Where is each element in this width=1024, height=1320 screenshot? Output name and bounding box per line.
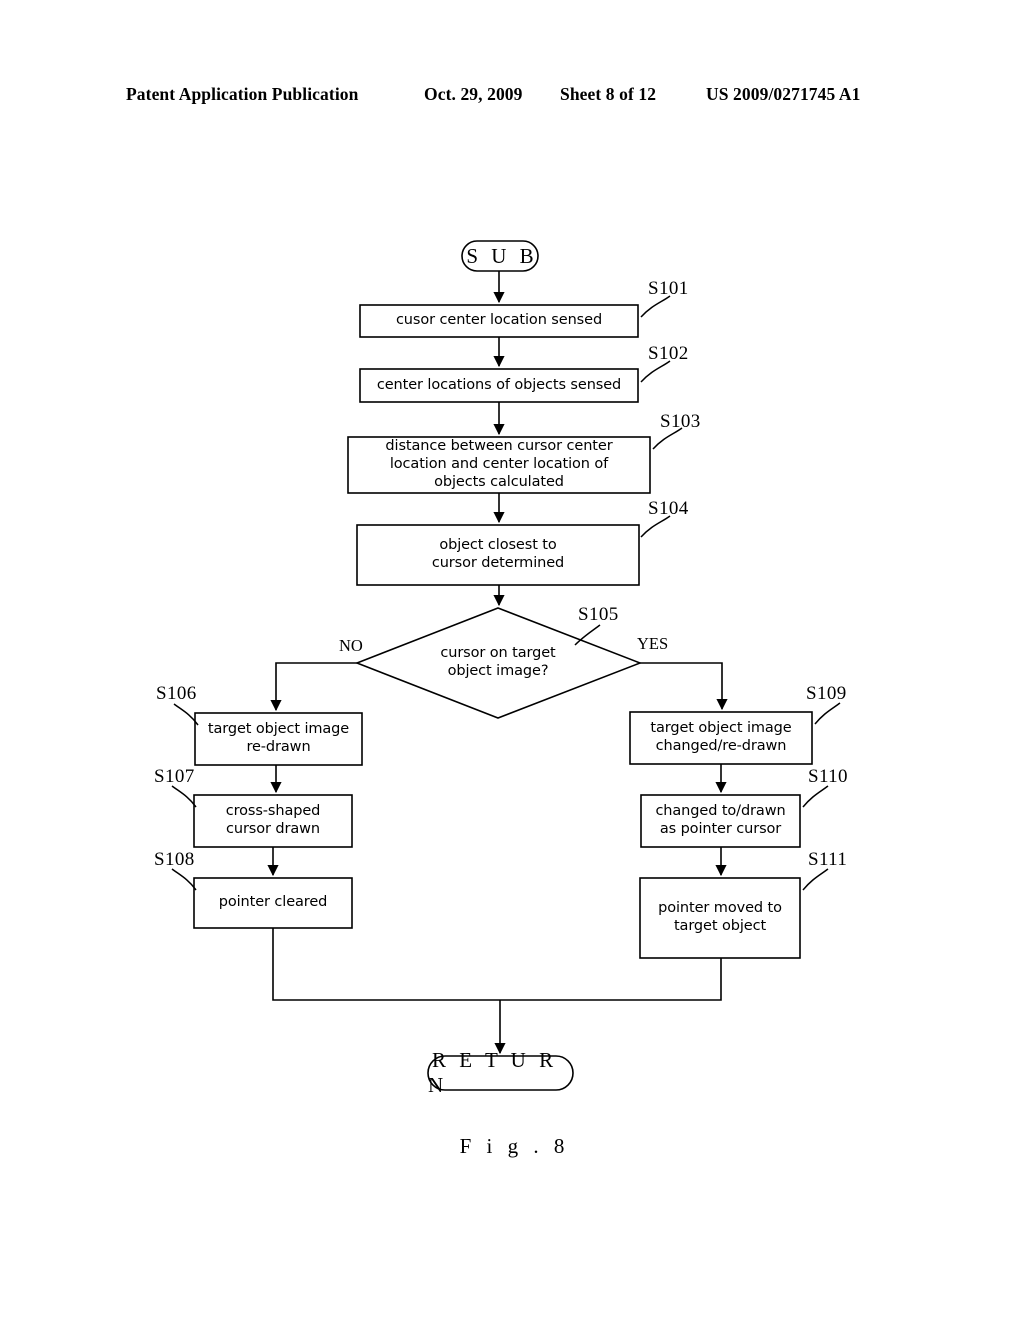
- leader-s110: [802, 785, 829, 808]
- step-s101-box: [359, 304, 639, 338]
- flowchart-svg-canvas: [171, 240, 841, 1091]
- step-label-s105: S105: [578, 604, 619, 625]
- step-s109-box: [629, 711, 813, 765]
- merge-left-leg: [272, 928, 500, 1001]
- merge-right-leg: [500, 958, 722, 1001]
- leader-s107: [171, 785, 197, 808]
- leader-s109: [814, 702, 841, 725]
- step-s110-box: [640, 794, 801, 848]
- step-label-s104: S104: [648, 498, 689, 519]
- end-terminator-label: R E T U R N: [428, 1048, 558, 1097]
- leader-s108: [171, 868, 197, 891]
- leader-s111: [802, 868, 829, 891]
- step-label-s110: S110: [808, 766, 848, 787]
- step-label-s109: S109: [806, 683, 847, 704]
- step-s111-box: [639, 877, 801, 959]
- step-s104-box: [356, 524, 640, 586]
- step-s108-box: [193, 877, 353, 929]
- step-label-s106: S106: [156, 683, 197, 704]
- branch-label-yes: YES: [637, 634, 669, 653]
- flowchart-diagram: S U B R E T U R N cusor center location …: [0, 0, 1024, 1320]
- step-label-s101: S101: [648, 278, 689, 299]
- step-s106-box: [194, 712, 363, 766]
- figure-caption: F i g . 8: [459, 1134, 570, 1158]
- step-s103-box: [347, 436, 651, 494]
- step-label-s111: S111: [808, 849, 848, 870]
- step-s102-box: [359, 368, 639, 403]
- start-terminator-label: S U B: [466, 243, 538, 268]
- step-label-s102: S102: [648, 343, 689, 364]
- step-label-s107: S107: [154, 766, 195, 787]
- connector-yes-to-s109: [640, 662, 728, 711]
- step-s107-box: [193, 794, 353, 848]
- connector-no-to-s106: [270, 662, 357, 712]
- step-label-s103: S103: [660, 411, 701, 432]
- branch-label-no: NO: [339, 636, 363, 655]
- step-label-s108: S108: [154, 849, 195, 870]
